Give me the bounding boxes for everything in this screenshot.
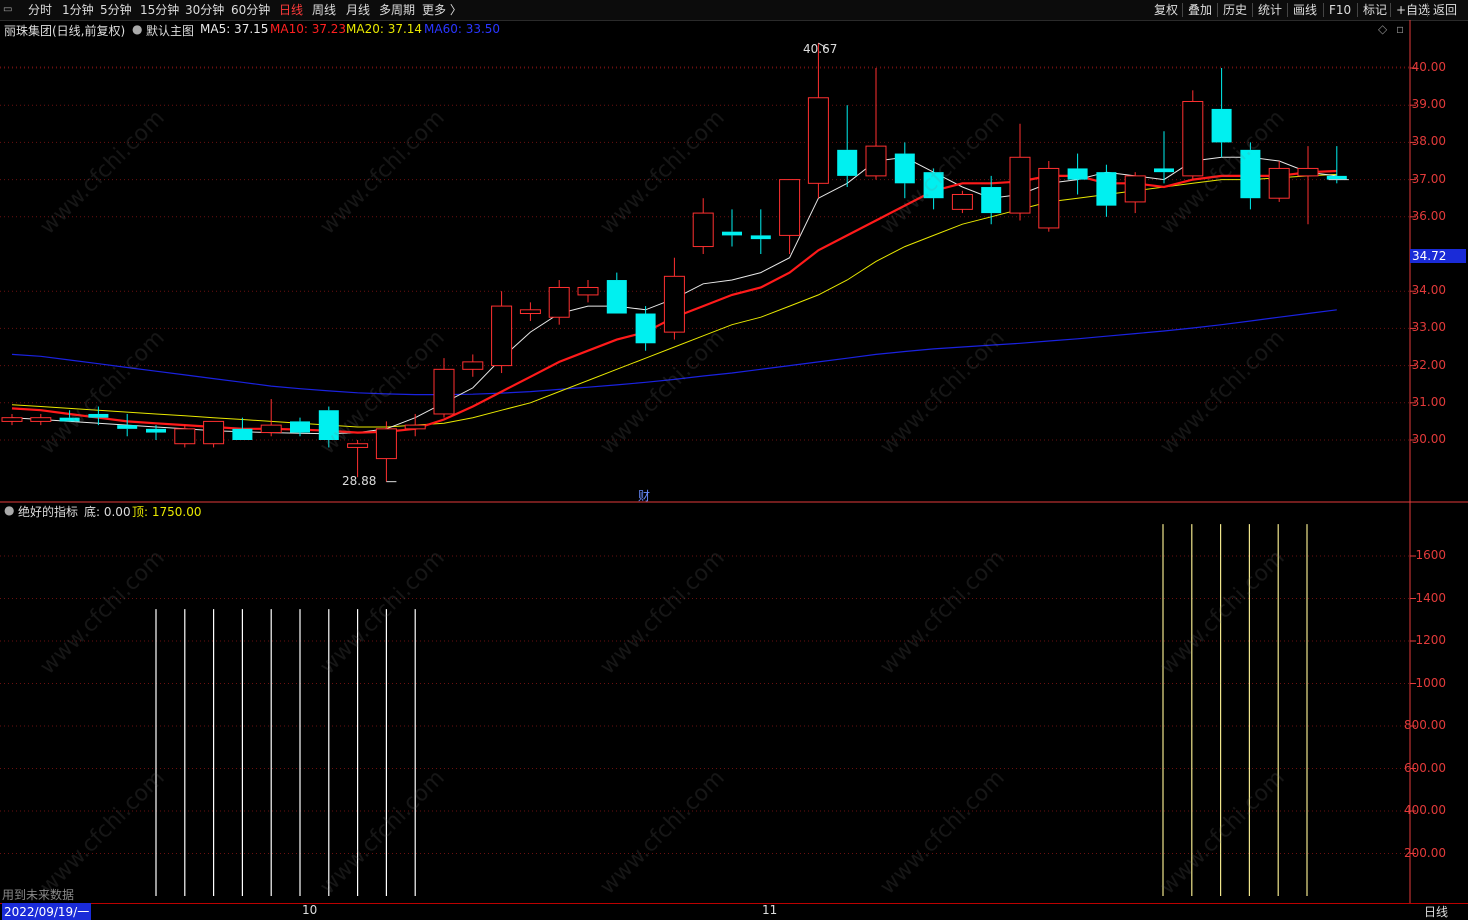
price-axis-label: 33.00: [1411, 320, 1446, 335]
candle-body: [1009, 156, 1031, 214]
candle-body: [1096, 172, 1117, 206]
candle-body: [606, 280, 627, 314]
candle-body: [491, 305, 513, 367]
candle-body: [1038, 167, 1060, 229]
price-axis-label: 37.00: [1411, 171, 1446, 186]
candle-body: [1182, 100, 1204, 177]
candle-body: [1124, 175, 1146, 203]
indicator-axis-label: 1200: [1415, 633, 1446, 647]
candle-body: [663, 275, 685, 333]
start-date: 2022/09/19/一: [2, 903, 92, 920]
indicator-axis-label: 600.00: [1404, 760, 1446, 775]
indicator-axis-label: 200.00: [1404, 845, 1446, 860]
candle-body: [548, 286, 570, 318]
candle-body: [692, 212, 714, 248]
candle-body: [375, 428, 397, 460]
indicator-axis-label: 1600: [1415, 548, 1446, 562]
high-annotation: 40.67: [803, 42, 838, 56]
price-axis-label: 32.00: [1411, 357, 1446, 372]
candle-body: [951, 193, 973, 210]
candle-body: [1268, 167, 1290, 199]
indicator-axis-label: 1400: [1415, 590, 1446, 605]
candle-body: [779, 179, 801, 236]
candle-body: [1297, 167, 1319, 177]
candle-body: [577, 286, 599, 296]
candle-body: [1326, 175, 1347, 180]
indicator-axis-label: 1000: [1415, 675, 1446, 690]
candle-body: [1154, 168, 1174, 173]
price-axis-label: 38.00: [1411, 134, 1446, 149]
candle-body: [232, 428, 253, 440]
candle-body: [260, 424, 282, 434]
candle-body: [1211, 108, 1232, 143]
price-axis-label: 36.00: [1411, 208, 1446, 223]
indicator-axis-label: 400.00: [1404, 803, 1446, 817]
candle-body: [750, 235, 771, 240]
price-axis-label: 39.00: [1411, 97, 1446, 112]
candle-body: [290, 421, 310, 433]
candle-body: [519, 309, 541, 315]
price-axis-label: 30.00: [1411, 432, 1446, 446]
current-price-badge: 34.72: [1410, 249, 1466, 263]
finance-marker[interactable]: 财: [638, 487, 650, 504]
candle-body: [807, 97, 829, 184]
time-axis: [0, 903, 1468, 918]
period-label[interactable]: 日线: [1424, 903, 1448, 920]
indicator-axis-label: 800.00: [1404, 718, 1446, 732]
candle-body: [117, 425, 138, 429]
candle-body: [347, 443, 369, 448]
low-annotation: 28.88: [342, 474, 377, 488]
candle-body: [30, 417, 52, 422]
price-axis-label: 31.00: [1411, 394, 1446, 409]
month-10-label: 10: [302, 903, 318, 917]
candle-body: [722, 231, 742, 236]
candle-body: [1, 417, 23, 422]
candle-body: [894, 153, 915, 184]
price-axis-label: 40.00: [1411, 60, 1446, 74]
candle-body: [404, 424, 426, 430]
candle-body: [981, 187, 1002, 214]
candle-body: [865, 145, 887, 177]
candle-body: [146, 428, 166, 433]
month-11-label: 11: [762, 903, 778, 917]
candle-body: [837, 149, 858, 176]
candle-body: [203, 420, 225, 445]
price-axis-label: 34.00: [1411, 283, 1446, 298]
candle-body: [1067, 168, 1088, 180]
candle-body: [635, 313, 656, 344]
candle-body: [174, 428, 196, 445]
candle-body: [462, 361, 484, 370]
candle-body: [433, 368, 455, 415]
